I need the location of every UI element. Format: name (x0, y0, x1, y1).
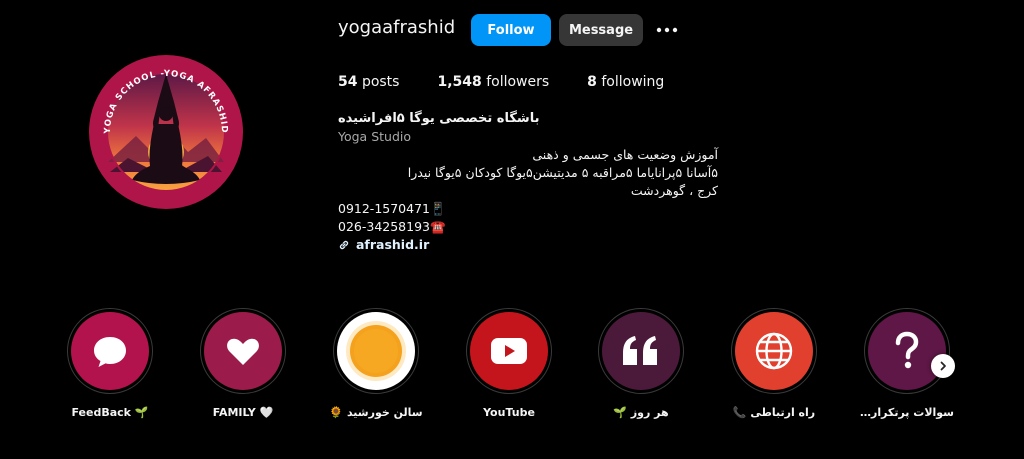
bio-phone-mobile: 0912-1570471📱 (338, 201, 446, 216)
profile-username: yogaafrashid (338, 17, 456, 38)
sun-icon (346, 321, 406, 381)
profile-stats: 54 posts 1,548 followers 8 following (338, 72, 702, 92)
highlight-cover (868, 312, 946, 390)
profile-display-name: باشگاه تخصصی یوگا ۵افراشیده (338, 111, 540, 126)
yoga-logo-icon: YOGA SCHOOL -YOGA AFRASHID (89, 55, 243, 209)
profile-avatar[interactable]: YOGA SCHOOL -YOGA AFRASHID (88, 54, 244, 210)
followers-stat[interactable]: 1,548 followers (437, 72, 549, 92)
highlight-cover (204, 312, 282, 390)
highlight-ring (333, 308, 419, 394)
highlights-next-button[interactable] (931, 354, 955, 378)
profile-page: YOGA SCHOOL -YOGA AFRASHID yogaafrashid … (0, 0, 1024, 459)
posts-stat: 54 posts (338, 74, 400, 90)
highlight-ring (598, 308, 684, 394)
highlight-feedback[interactable]: FeedBack 🌱 (55, 308, 165, 419)
story-highlights: FeedBack 🌱 FAMILY 🤍 سالن خورشید 🌻 YouTub… (0, 308, 1024, 438)
highlight-ring (200, 308, 286, 394)
highlight-ring (864, 308, 950, 394)
following-stat[interactable]: 8 following (587, 72, 664, 92)
bio-website-link[interactable]: afrashid.ir (338, 236, 718, 254)
highlight-label: YouTube (483, 406, 535, 419)
highlight-family[interactable]: FAMILY 🤍 (188, 308, 298, 419)
highlight-cover (337, 312, 415, 390)
globe-icon (755, 332, 793, 370)
profile-bio: باشگاه تخصصی یوگا ۵افراشیده Yoga Studio … (338, 110, 718, 254)
highlight-ring (67, 308, 153, 394)
highlight-label: راه ارتباطی 📞 (732, 406, 816, 419)
message-button[interactable]: Message (559, 14, 643, 46)
highlight-youtube[interactable]: YouTube (454, 308, 564, 419)
bio-line: آموزش وضعیت های جسمی و ذهنی (532, 147, 718, 162)
highlight-sun-hall[interactable]: سالن خورشید 🌻 (321, 308, 431, 419)
question-icon (895, 331, 919, 369)
highlight-label: FeedBack 🌱 (71, 406, 149, 419)
highlight-cover (602, 312, 680, 390)
highlight-label: سوالات پرتکرار… (859, 406, 954, 419)
bio-phone-landline: 026-34258193☎️ (338, 219, 446, 234)
more-options-icon[interactable] (652, 18, 682, 42)
heart-icon (227, 338, 259, 365)
bio-line: ۵آسانا ۵پرانایاما ۵مراقبه ۵ مدیتیشن۵یوگا… (407, 165, 718, 180)
link-icon (339, 240, 349, 250)
highlight-label: FAMILY 🤍 (212, 406, 274, 419)
quote-icon (623, 336, 657, 365)
highlight-every-day[interactable]: هر روز 🌱 (586, 308, 696, 419)
profile-category: Yoga Studio (338, 129, 412, 144)
highlight-contact[interactable]: راه ارتباطی 📞 (719, 308, 829, 419)
youtube-icon (491, 338, 527, 364)
chevron-right-icon (940, 361, 946, 371)
highlight-cover (470, 312, 548, 390)
speech-bubble-icon (94, 337, 126, 367)
highlight-label: سالن خورشید 🌻 (329, 406, 423, 419)
highlight-cover (735, 312, 813, 390)
follow-button[interactable]: Follow (471, 14, 551, 46)
bio-line: کرج ، گوهردشت (630, 183, 718, 198)
highlight-ring (466, 308, 552, 394)
highlight-label: هر روز 🌱 (613, 406, 669, 419)
highlight-ring (731, 308, 817, 394)
highlight-cover (71, 312, 149, 390)
